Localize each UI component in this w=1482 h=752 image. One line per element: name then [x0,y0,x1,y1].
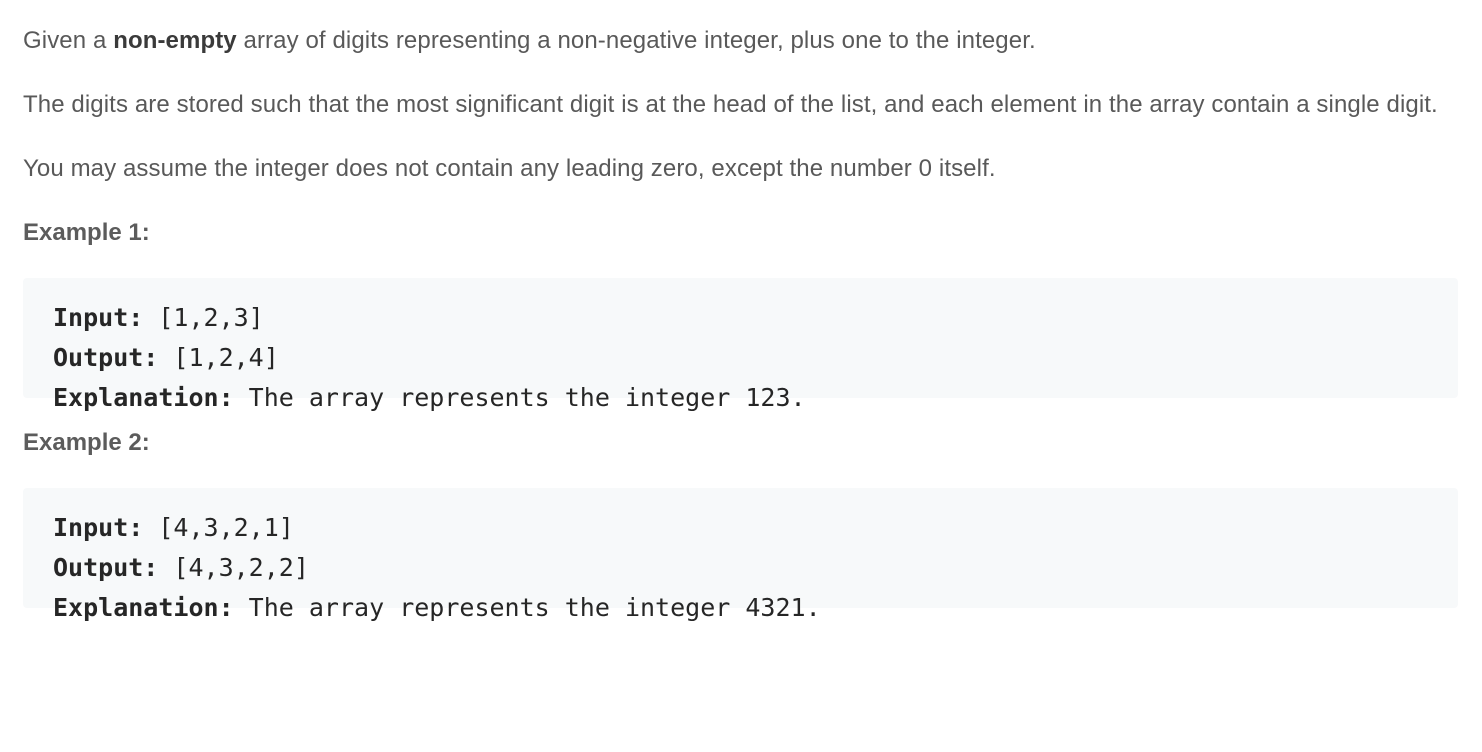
example-1-explanation-line: Explanation: The array represents the in… [53,378,1428,418]
input-label: Input: [53,513,144,542]
example-2-heading: Example 2: [23,429,150,456]
example-2-output-line: Output: [4,3,2,2] [53,548,1428,588]
input-value: [4,3,2,1] [143,513,294,542]
example-1-input-line: Input: [1,2,3] [53,298,1428,338]
output-value: [1,2,4] [158,343,279,372]
example-1-code-block: Input: [1,2,3] Output: [1,2,4] Explanati… [23,278,1458,412]
input-value: [1,2,3] [143,303,264,332]
description-paragraph-2: The digits are stored such that the most… [23,91,1438,118]
input-label: Input: [53,303,144,332]
example-2-input-line: Input: [4,3,2,1] [53,508,1428,548]
explanation-label: Explanation: [53,593,234,622]
description-text: Given a [23,27,114,54]
example-2-explanation-line: Explanation: The array represents the in… [53,588,1428,628]
example-1-heading: Example 1: [23,219,150,246]
example-2-code-block: Input: [4,3,2,1] Output: [4,3,2,2] Expla… [23,488,1458,622]
description-paragraph-1: Given a non-empty array of digits repres… [23,22,1458,60]
explanation-value: The array represents the integer 123. [233,383,806,412]
description-paragraph-3: You may assume the integer does not cont… [23,155,996,182]
explanation-label: Explanation: [53,383,234,412]
output-label: Output: [53,553,159,582]
description-text: array of digits representing a non-negat… [236,27,1036,54]
output-label: Output: [53,343,159,372]
emphasis-text: non-empty [113,27,237,54]
example-1-output-line: Output: [1,2,4] [53,338,1428,378]
problem-description: Given a non-empty array of digits repres… [23,22,1458,634]
output-value: [4,3,2,2] [158,553,309,582]
explanation-value: The array represents the integer 4321. [233,593,821,622]
